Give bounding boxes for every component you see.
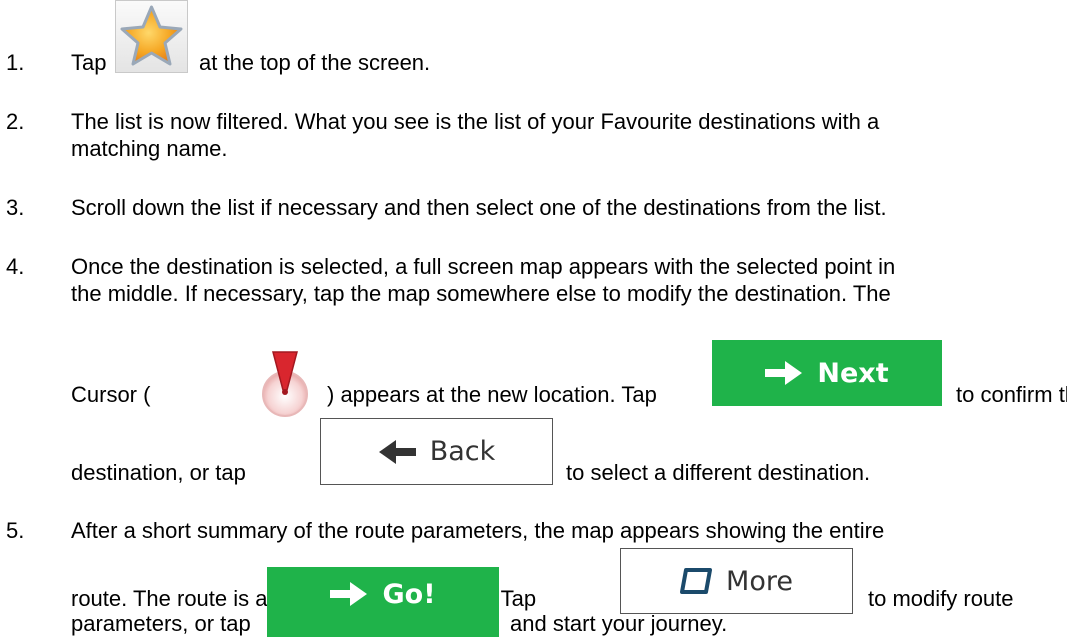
- next-button[interactable]: Next: [712, 340, 942, 406]
- arrow-right-icon: [765, 361, 803, 385]
- step-5-line-1: After a short summary of the route param…: [71, 518, 885, 543]
- more-icon: [680, 568, 713, 594]
- step-2-number: 2.: [6, 109, 25, 134]
- arrow-left-icon: [378, 439, 416, 464]
- step-4-confirm-text: to confirm the: [956, 382, 1067, 407]
- go-arrow-right-icon: [330, 582, 368, 606]
- back-button[interactable]: Back: [320, 418, 553, 485]
- step-2-line-1: The list is now filtered. What you see i…: [71, 109, 880, 134]
- step-1-number: 1.: [6, 50, 25, 75]
- step-4-number: 4.: [6, 254, 25, 279]
- go-button-label: Go!: [382, 578, 436, 610]
- step-2-line-2: matching name.: [71, 136, 228, 161]
- go-button-face[interactable]: Go!: [267, 567, 499, 637]
- step-3-number: 3.: [6, 195, 25, 220]
- step-5-line-3: parameters, or tap: [71, 611, 251, 636]
- step-4-cursor-text-a: Cursor (: [71, 382, 151, 407]
- favourites-star-icon: [120, 5, 183, 66]
- step-1-text-tap: Tap: [71, 50, 107, 75]
- map-cursor-icon: [262, 351, 308, 417]
- step-4-line-1: Once the destination is selected, a full…: [71, 254, 896, 279]
- step-5-start-text: and start your journey.: [510, 611, 728, 636]
- step-1-text-rest: at the top of the screen.: [199, 50, 431, 75]
- step-5-modify-text: to modify route: [868, 586, 1014, 611]
- more-button[interactable]: More: [620, 548, 853, 614]
- step-4-cursor-text-b: ) appears at the new location. Tap: [327, 382, 657, 407]
- step-4-select-text: to select a different destination.: [566, 460, 871, 485]
- back-button-label: Back: [429, 436, 496, 467]
- step-4-destination-text: destination, or tap: [71, 460, 246, 485]
- step-4-line-2: the middle. If necessary, tap the map so…: [71, 281, 891, 306]
- next-button-label: Next: [817, 357, 889, 389]
- more-button-label: More: [726, 565, 793, 597]
- step-5-number: 5.: [6, 518, 25, 543]
- favourites-button[interactable]: [115, 0, 188, 73]
- step-3-line-1: Scroll down the list if necessary and th…: [71, 195, 887, 220]
